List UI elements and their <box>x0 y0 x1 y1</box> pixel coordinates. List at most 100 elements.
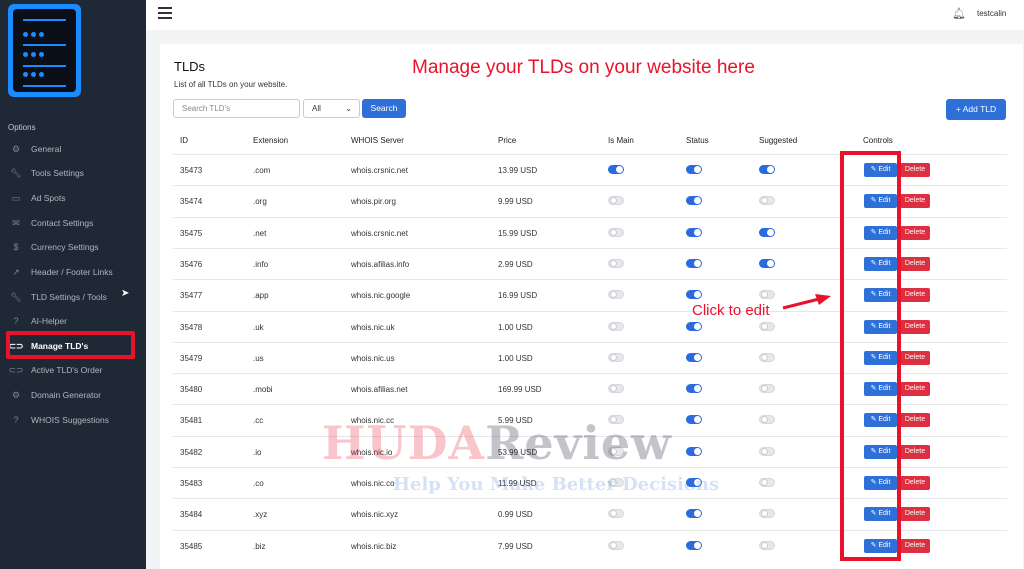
column-header: ID <box>180 136 188 145</box>
delete-button[interactable]: Delete <box>900 256 930 271</box>
delete-button[interactable]: Delete <box>900 382 930 397</box>
delete-button[interactable]: Delete <box>900 319 930 334</box>
sidebar-item[interactable]: ▭ Ad Spots <box>0 187 146 209</box>
column-header: WHOIS Server <box>351 136 404 145</box>
suggested-toggle[interactable] <box>759 446 775 456</box>
sidebar-item[interactable]: ↗ Header / Footer Links <box>0 261 146 283</box>
status-toggle[interactable] <box>686 227 702 237</box>
suggested-toggle[interactable] <box>759 321 775 331</box>
delete-button[interactable]: Delete <box>900 538 930 553</box>
tld-price: 169.99 USD <box>498 385 542 395</box>
tld-price: 16.99 USD <box>498 291 538 301</box>
dollar-icon: $ <box>13 242 19 252</box>
suggested-toggle[interactable] <box>759 290 775 300</box>
whois-server: whois.afilias.net <box>351 385 408 395</box>
suggested-toggle[interactable] <box>759 258 775 268</box>
is-main-toggle[interactable] <box>608 352 624 362</box>
is-main-toggle[interactable] <box>608 227 624 237</box>
status-toggle[interactable] <box>686 415 702 425</box>
status-toggle[interactable] <box>686 258 702 268</box>
add-tld-button[interactable]: + Add TLD <box>946 99 1006 120</box>
is-main-toggle[interactable] <box>608 509 624 519</box>
suggested-toggle[interactable] <box>759 384 775 394</box>
search-button[interactable]: Search <box>362 99 406 118</box>
status-toggle[interactable] <box>686 321 702 331</box>
tld-price: 2.99 USD <box>498 259 533 269</box>
delete-button[interactable]: Delete <box>900 288 930 303</box>
tld-extension: .info <box>253 259 269 269</box>
sidebar-item[interactable]: $ Currency Settings <box>0 236 146 258</box>
is-main-toggle[interactable] <box>608 165 624 174</box>
wrench-icon: 🔧︎ <box>10 167 22 178</box>
tld-id: 35474 <box>180 197 203 207</box>
delete-button[interactable]: Delete <box>900 350 930 365</box>
sidebar-item-label: Domain Generator <box>31 390 101 400</box>
status-toggle[interactable] <box>686 446 702 456</box>
tld-id: 35480 <box>180 385 203 395</box>
suggested-toggle[interactable] <box>759 227 775 237</box>
suggested-toggle[interactable] <box>759 478 775 487</box>
status-toggle[interactable] <box>686 290 702 300</box>
status-toggle[interactable] <box>686 509 702 519</box>
tld-extension: .mobi <box>253 385 273 395</box>
whois-server: whois.crsnic.net <box>351 166 408 175</box>
suggested-toggle[interactable] <box>759 165 775 174</box>
sidebar-item[interactable]: ? WHOIS Suggestions <box>0 409 146 431</box>
sidebar-item[interactable]: ✉ Contact Settings <box>0 212 146 234</box>
sidebar-item[interactable]: ⚙ General <box>0 138 146 160</box>
sidebar-item-label: General <box>31 144 62 154</box>
suggested-toggle[interactable] <box>759 196 775 206</box>
watermark-brand-part2: Review <box>485 416 672 470</box>
sidebar-item[interactable]: 🔧︎ Tools Settings <box>0 162 146 184</box>
hamburger-menu-icon[interactable] <box>158 7 172 22</box>
delete-button[interactable]: Delete <box>900 444 930 459</box>
help-circle-icon: ? <box>13 316 19 326</box>
is-main-toggle[interactable] <box>608 540 624 550</box>
sidebar-item[interactable]: ⊂⊃ Active TLD's Order <box>0 359 146 381</box>
options-section-label: Options <box>8 123 36 132</box>
whois-server: whois.nic.google <box>351 291 411 301</box>
sidebar-item-label: Currency Settings <box>31 242 99 252</box>
delete-button[interactable]: Delete <box>900 507 930 522</box>
tld-id: 35484 <box>180 510 203 520</box>
is-main-toggle[interactable] <box>608 321 624 331</box>
watermark-tagline: Help You Make Better Decisions <box>393 474 720 495</box>
delete-button[interactable]: Delete <box>900 163 930 177</box>
is-main-toggle[interactable] <box>608 258 624 268</box>
logo[interactable] <box>8 4 81 97</box>
status-toggle[interactable] <box>686 540 702 550</box>
tld-price: 1.00 USD <box>498 322 533 332</box>
status-toggle[interactable] <box>686 384 702 394</box>
is-main-toggle[interactable] <box>608 196 624 206</box>
sidebar-item[interactable]: ? AI-Helper <box>0 310 146 332</box>
is-main-toggle[interactable] <box>608 290 624 300</box>
filter-select[interactable]: All ⌄ <box>303 99 360 118</box>
sidebar-item[interactable]: ⚙ Domain Generator <box>0 384 146 406</box>
tld-id: 35483 <box>180 479 203 488</box>
delete-button[interactable]: Delete <box>900 476 930 490</box>
whois-server: whois.nic.biz <box>351 541 397 551</box>
is-main-toggle[interactable] <box>608 384 624 394</box>
delete-button[interactable]: Delete <box>900 225 930 240</box>
tld-id: 35485 <box>180 541 203 551</box>
status-toggle[interactable] <box>686 352 702 362</box>
whois-server: whois.nic.xyz <box>351 510 399 520</box>
tld-price: 1.00 USD <box>498 353 533 363</box>
tld-extension: .co <box>253 479 264 488</box>
search-input[interactable]: Search TLD's <box>173 99 300 118</box>
suggested-toggle[interactable] <box>759 415 775 425</box>
highlight-box-controls <box>840 151 901 561</box>
tld-extension: .xyz <box>253 510 268 520</box>
tld-extension: .com <box>253 166 271 175</box>
delete-button[interactable]: Delete <box>900 194 930 209</box>
status-toggle[interactable] <box>686 196 702 206</box>
delete-button[interactable]: Delete <box>900 413 930 428</box>
suggested-toggle[interactable] <box>759 540 775 550</box>
annotation-click-to-edit: Click to edit <box>692 302 770 319</box>
bell-icon[interactable]: 🔔︎ <box>952 7 966 20</box>
status-toggle[interactable] <box>686 165 702 174</box>
tld-extension: .us <box>253 353 264 363</box>
user-menu[interactable]: testcalin <box>977 9 1006 18</box>
suggested-toggle[interactable] <box>759 509 775 519</box>
suggested-toggle[interactable] <box>759 352 775 362</box>
